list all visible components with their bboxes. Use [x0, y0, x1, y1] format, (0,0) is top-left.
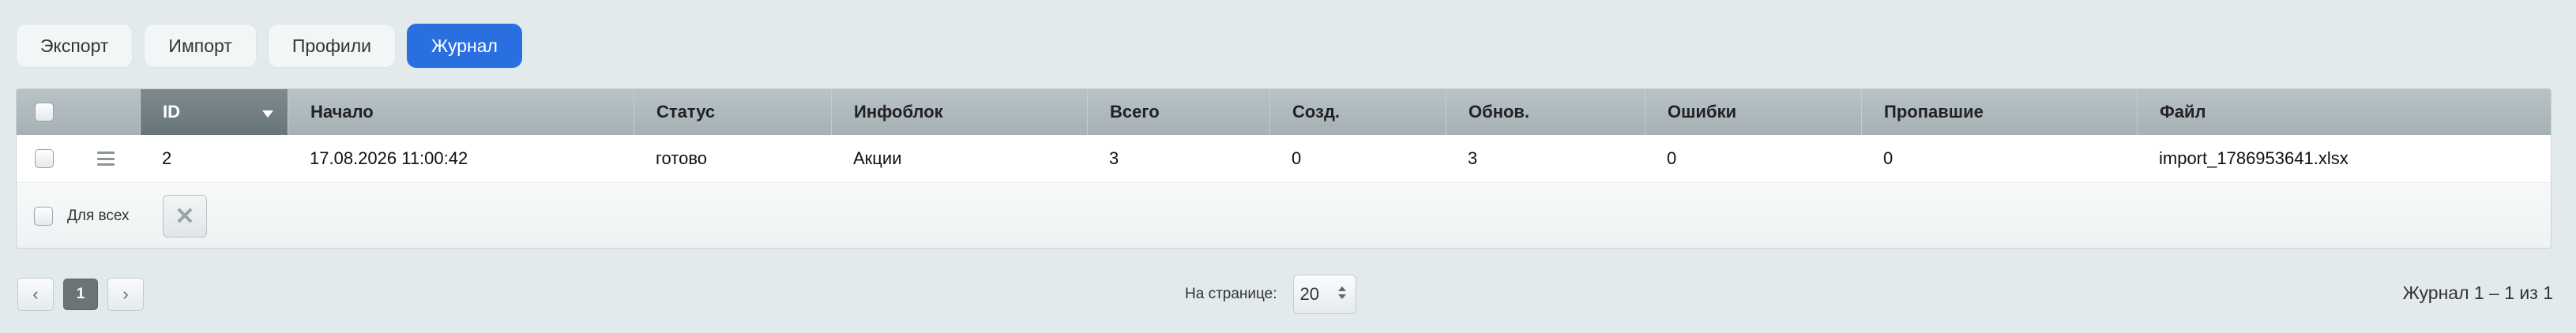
- column-header-start[interactable]: Начало: [288, 89, 634, 135]
- column-header-total[interactable]: Всего: [1087, 89, 1269, 135]
- page-number-current[interactable]: 1: [63, 279, 98, 310]
- row-actions-cell: [72, 135, 140, 182]
- pagination: ‹ 1 ›: [17, 278, 144, 311]
- sort-desc-icon: [262, 110, 273, 118]
- select-all-checkbox[interactable]: [35, 103, 54, 122]
- cell-status: готово: [656, 148, 708, 168]
- column-header-id[interactable]: ID: [140, 89, 288, 135]
- column-header-updated[interactable]: Обнов.: [1446, 89, 1645, 135]
- per-page-label: На странице:: [1185, 286, 1277, 302]
- cell-errors: 0: [1667, 148, 1677, 168]
- tab-import[interactable]: Импорт: [144, 24, 257, 68]
- cell-start: 17.08.2026 11:00:42: [310, 148, 468, 168]
- delete-button[interactable]: ✕: [163, 195, 207, 238]
- per-page-select[interactable]: 20: [1292, 275, 1356, 314]
- column-header-errors[interactable]: Ошибки: [1645, 89, 1861, 135]
- tab-bar: Экспорт Импорт Профили Журнал: [16, 24, 522, 68]
- row-checkbox[interactable]: [35, 149, 54, 168]
- header-select-all: [17, 89, 72, 135]
- journal-grid: ID Начало Статус Инфоблок Всего Созд. Об…: [16, 88, 2552, 249]
- table-row[interactable]: 2 17.08.2026 11:00:42 готово Акции 3 0 3…: [17, 135, 2551, 183]
- cell-updated: 3: [1468, 148, 1478, 168]
- header-actions: [72, 89, 140, 135]
- prev-page-button[interactable]: ‹: [17, 278, 54, 311]
- hamburger-menu-icon[interactable]: [97, 152, 115, 166]
- up-down-arrows-icon: [1337, 286, 1346, 299]
- cell-created: 0: [1292, 148, 1302, 168]
- tab-export[interactable]: Экспорт: [16, 24, 134, 68]
- row-select-cell: [17, 135, 72, 182]
- column-header-file[interactable]: Файл: [2137, 89, 2551, 135]
- column-header-iblock[interactable]: Инфоблок: [831, 89, 1087, 135]
- for-all-label: Для всех: [67, 208, 130, 224]
- cell-id: 2: [162, 148, 172, 168]
- column-header-missing[interactable]: Пропавшие: [1861, 89, 2137, 135]
- column-header-status[interactable]: Статус: [634, 89, 831, 135]
- for-all-control[interactable]: Для всех: [34, 207, 130, 226]
- close-icon: ✕: [175, 203, 195, 230]
- per-page-value: 20: [1299, 284, 1320, 304]
- record-count-summary: Журнал 1 – 1 из 1: [2402, 282, 2553, 303]
- for-all-checkbox[interactable]: [34, 207, 53, 226]
- column-header-created[interactable]: Созд.: [1269, 89, 1446, 135]
- cell-file: import_1786953641.xlsx: [2159, 148, 2348, 168]
- chevron-right-icon: ›: [122, 284, 129, 304]
- grid-header: ID Начало Статус Инфоблок Всего Созд. Об…: [17, 89, 2551, 136]
- tab-journal[interactable]: Журнал: [407, 24, 522, 68]
- cell-iblock: Акции: [853, 148, 902, 168]
- column-header-label: ID: [163, 102, 180, 122]
- tab-profiles[interactable]: Профили: [267, 24, 396, 68]
- next-page-button[interactable]: ›: [107, 278, 144, 311]
- cell-missing: 0: [1883, 148, 1893, 168]
- per-page-control: На странице: 20: [1185, 275, 1356, 314]
- group-actions-bar: Для всех ✕: [17, 183, 2551, 248]
- chevron-left-icon: ‹: [32, 284, 39, 304]
- cell-total: 3: [1109, 148, 1119, 168]
